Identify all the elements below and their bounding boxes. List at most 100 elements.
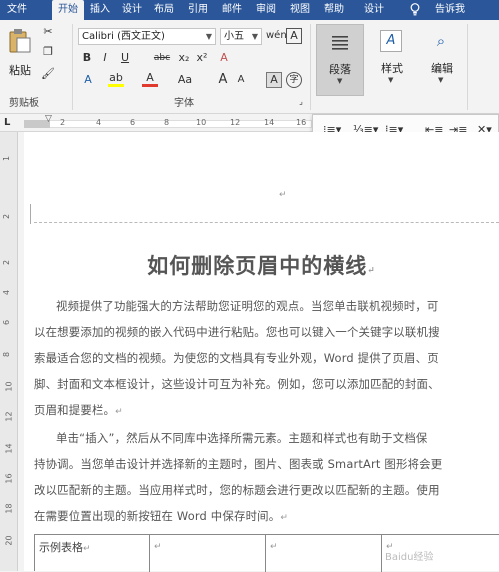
font-name-combo[interactable]: Calibri (西文正文) ▼ — [78, 28, 216, 45]
paragraph-button[interactable]: 段落 ▼ — [316, 24, 364, 96]
body-text-line[interactable]: 视频提供了功能强大的方法帮助您证明您的观点。当您单击联机视频时，可 — [34, 298, 439, 314]
group-divider — [467, 24, 468, 110]
body-text-line[interactable]: 索最适合您的文档的视频。为使您的文档具有专业外观，Word 提供了页眉、页 — [34, 350, 439, 366]
clear-formatting-icon[interactable]: A — [216, 50, 232, 66]
font-size-value: 小五 — [224, 31, 244, 42]
dialog-launcher-icon[interactable]: ⌟ — [296, 94, 306, 110]
editing-label: 编辑 — [431, 62, 453, 75]
underline-button[interactable]: U — [118, 50, 132, 66]
horizontal-ruler[interactable]: L ▽ 2 4 6 8 10 12 14 16 — [0, 114, 312, 132]
table-cell[interactable]: 示例表格↵ — [35, 535, 150, 572]
cut-icon[interactable]: ✂ — [40, 24, 56, 40]
ruler-number: 12 — [4, 411, 14, 422]
chevron-down-icon: ▼ — [205, 32, 212, 41]
font-group-label: 字体 — [174, 98, 194, 109]
chevron-down-icon: ▼ — [438, 76, 444, 84]
first-line-indent-icon[interactable]: ▽ — [45, 114, 52, 124]
ruler-number: 6 — [2, 319, 12, 326]
lightbulb-icon — [410, 3, 420, 16]
bold-button[interactable]: B — [80, 50, 94, 66]
tab-header-design[interactable]: 设计 — [360, 0, 388, 20]
header-paragraph-mark: ↵ — [279, 190, 287, 200]
ruler-number: 8 — [164, 118, 170, 127]
phonetic-guide-icon[interactable]: wén — [266, 28, 287, 44]
body-text-line[interactable]: 改以匹配新的主题。当应用样式时，您的标题会进行更改以匹配新的主题。使用 — [34, 482, 440, 498]
body-text-line[interactable]: 持协调。当您单击设计并选择新的主题时，图片、图表或 SmartArt 图形将会更 — [34, 456, 442, 472]
tab-mailings[interactable]: 邮件 — [218, 0, 246, 20]
ruler-number: 16 — [4, 473, 14, 484]
ruler-number: 2 — [2, 259, 12, 266]
font-name-value: Calibri (西文正文) — [82, 31, 165, 42]
paragraph-label: 段落 — [329, 63, 351, 76]
grow-font-button[interactable]: A — [216, 72, 230, 88]
body-text-line[interactable]: 脚、封面和文本框设计，这些设计可互为补充。例如，您可以添加匹配的封面、 — [34, 376, 440, 392]
header-margin-mark — [30, 204, 31, 224]
editing-button[interactable]: ⌕ 编辑 ▼ — [420, 24, 464, 96]
ruler-number: 20 — [4, 535, 14, 546]
tab-insert[interactable]: 插入 — [86, 0, 114, 20]
ruler-number: 2 — [2, 213, 12, 220]
ruler-number: 6 — [130, 118, 136, 127]
format-painter-icon[interactable]: 🖌 — [40, 66, 56, 82]
text-effects-icon[interactable]: A — [80, 72, 96, 88]
shrink-font-button[interactable]: A — [234, 72, 248, 88]
clipboard-group-label: 剪贴板 — [9, 98, 39, 109]
ruler-number: 8 — [2, 351, 12, 358]
styles-label: 样式 — [381, 62, 403, 75]
watermark-text: Baidu经验 — [385, 552, 434, 563]
header-separator-line — [34, 222, 499, 223]
copy-icon[interactable]: ❐ — [40, 44, 56, 60]
tab-layout[interactable]: 布局 — [150, 0, 178, 20]
body-text-line[interactable]: 单击“插入”，然后从不同库中选择所需元素。主题和样式也有助于文档保 — [34, 430, 428, 446]
body-text-line[interactable]: 页眉和提要栏。↵ — [34, 402, 123, 418]
search-icon: ⌕ — [436, 32, 446, 50]
italic-button[interactable]: I — [98, 50, 112, 66]
vertical-ruler[interactable]: 1 2 2 4 6 8 10 12 14 16 18 20 — [0, 132, 18, 571]
styles-button[interactable]: A 样式 ▼ — [370, 24, 414, 96]
tab-help[interactable]: 帮助 — [320, 0, 348, 20]
ruler-number: 4 — [2, 289, 12, 296]
ruler-number: 10 — [4, 381, 14, 392]
paste-button[interactable]: 粘贴 — [4, 62, 36, 78]
paragraph-align-icon — [332, 36, 348, 50]
tab-home[interactable]: 开始 — [52, 0, 84, 20]
tab-file[interactable]: 文件 — [0, 0, 34, 20]
char-shading-icon[interactable]: A — [266, 72, 282, 88]
ruler-number: 2 — [60, 118, 66, 127]
document-title[interactable]: 如何删除页眉中的横线↵ — [24, 250, 499, 280]
font-color-icon[interactable]: A — [142, 72, 158, 87]
tab-review[interactable]: 审阅 — [252, 0, 280, 20]
ruler-number: 1 — [2, 155, 12, 162]
group-divider — [310, 24, 311, 110]
ruler-number: 4 — [96, 118, 102, 127]
styles-icon: A — [380, 30, 402, 52]
tab-view[interactable]: 视图 — [286, 0, 314, 20]
strikethrough-button[interactable]: abc — [150, 50, 174, 66]
ribbon: 粘贴 ✂ ❐ 🖌 剪贴板 Calibri (西文正文) ▼ 小五 ▼ wén A… — [0, 20, 499, 114]
ruler-number: 14 — [264, 118, 275, 127]
superscript-button[interactable]: x² — [194, 50, 210, 66]
tab-design[interactable]: 设计 — [118, 0, 146, 20]
body-text-line[interactable]: 以在想要添加的视频的嵌入代码中进行粘贴。您也可以键入一个关键字以联机搜 — [34, 324, 440, 340]
tab-references[interactable]: 引用 — [184, 0, 212, 20]
table-cell[interactable]: ↵ — [266, 535, 382, 572]
subscript-button[interactable]: x₂ — [176, 50, 192, 66]
table-cell[interactable]: ↵ — [150, 535, 266, 572]
change-case-button[interactable]: Aa — [174, 72, 196, 88]
chevron-down-icon: ▼ — [337, 77, 343, 85]
tab-stop-selector[interactable]: L — [4, 117, 10, 128]
enclose-char-icon[interactable]: 字 — [286, 72, 302, 88]
paste-icon[interactable] — [8, 28, 32, 54]
highlighter-icon[interactable]: ab — [108, 72, 124, 87]
ruler-number: 18 — [4, 503, 14, 514]
char-border-icon[interactable]: A — [286, 28, 302, 44]
font-size-combo[interactable]: 小五 ▼ — [220, 28, 262, 45]
tell-me-search[interactable]: 告诉我 — [430, 0, 470, 20]
document-page[interactable]: ↵ 如何删除页眉中的横线↵ 视频提供了功能强大的方法帮助您证明您的观点。当您单击… — [24, 132, 499, 572]
ribbon-tab-bar: 文件 开始 插入 设计 布局 引用 邮件 审阅 视图 帮助 设计 告诉我 — [0, 0, 499, 20]
ruler-number: 10 — [196, 118, 207, 127]
chevron-down-icon: ▼ — [388, 76, 394, 84]
body-text-line[interactable]: 在需要位置出现的新按钮在 Word 中保存时间。↵ — [34, 508, 288, 524]
chevron-down-icon: ▼ — [251, 32, 258, 41]
ruler-number: 14 — [4, 443, 14, 454]
